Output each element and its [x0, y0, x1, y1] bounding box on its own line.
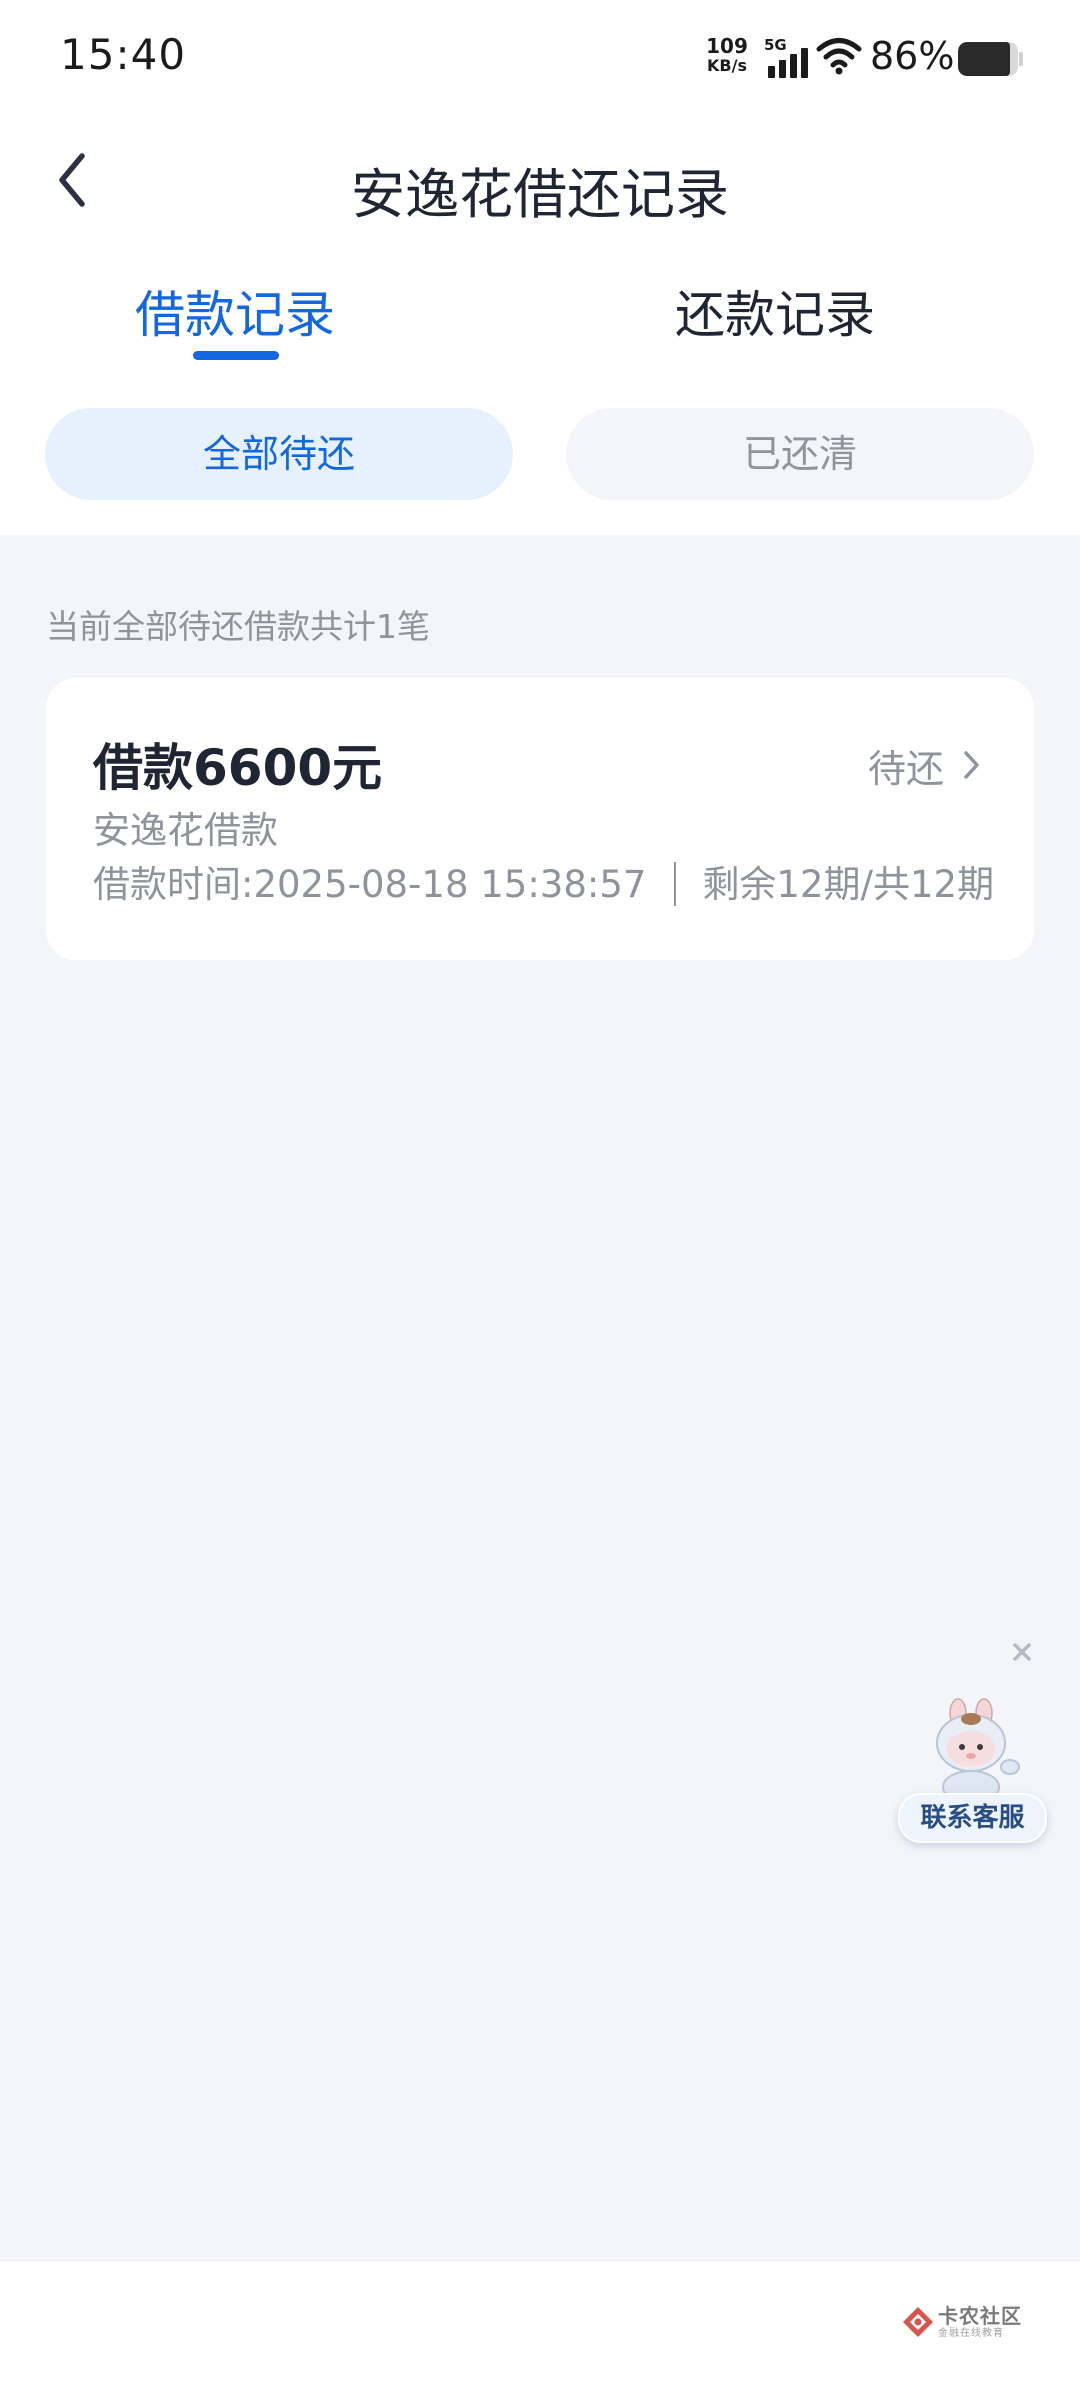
- battery-percent: 86%: [870, 34, 955, 78]
- battery-tip: [1019, 52, 1023, 66]
- loan-time: 借款时间:2025-08-18 15:38:57: [93, 863, 647, 906]
- watermark-logo-icon: [903, 2307, 933, 2337]
- loan-periods: 剩余12期/共12期: [702, 863, 995, 906]
- signal-bar: [790, 54, 797, 78]
- wifi-icon: [816, 36, 862, 76]
- filter-bar: 全部待还 已还清: [0, 408, 1080, 500]
- loan-meta: 借款时间:2025-08-18 15:38:57 剩余12期/共12期: [93, 854, 994, 909]
- chevron-right-icon: [964, 751, 979, 779]
- signal-bar: [801, 48, 808, 78]
- close-float-button[interactable]: [1006, 1636, 1038, 1668]
- page-header: 安逸花借还记录: [0, 120, 1080, 240]
- loan-summary: 当前全部待还借款共计1笔: [46, 607, 430, 646]
- network-type: 5G: [764, 36, 787, 54]
- watermark-subtitle: 金融在线教育: [938, 2328, 1004, 2339]
- network-speed-value: 109: [706, 34, 748, 58]
- signal-bar: [779, 60, 786, 78]
- divider: [674, 861, 677, 906]
- tab-repay-records[interactable]: 还款记录: [650, 275, 900, 347]
- filter-paid-off[interactable]: 已还清: [566, 408, 1034, 500]
- loan-amount: 借款6600元: [93, 739, 383, 797]
- tab-borrow-records[interactable]: 借款记录: [110, 275, 360, 347]
- watermark: 卡农社区 金融在线教育: [900, 2300, 1040, 2344]
- signal-bar: [768, 66, 775, 78]
- filter-pending[interactable]: 全部待还: [45, 408, 513, 500]
- network-speed: 109 KB/s: [704, 36, 750, 76]
- record-tabs: 借款记录 还款记录: [0, 265, 1080, 365]
- battery-icon: [958, 42, 1018, 76]
- status-bar: 15:40 109 KB/s 5G 86%: [0, 0, 1080, 118]
- signal-icon: 5G: [764, 38, 812, 78]
- battery-level-fill: [958, 42, 1010, 76]
- customer-service-label: 联系客服: [898, 1793, 1047, 1843]
- close-icon: [1013, 1643, 1031, 1661]
- mascot-icon: [936, 1698, 1020, 1804]
- loan-card[interactable]: 借款6600元 待还 安逸花借款 借款时间:2025-08-18 15:38:5…: [46, 678, 1034, 960]
- loan-status: 待还: [867, 747, 944, 791]
- customer-service-widget[interactable]: 联系客服: [898, 1695, 1047, 1845]
- active-tab-indicator: [193, 351, 279, 360]
- status-time: 15:40: [60, 30, 187, 79]
- page-title: 安逸花借还记录: [351, 163, 729, 226]
- loan-product: 安逸花借款: [93, 809, 278, 852]
- network-speed-unit: KB/s: [707, 56, 747, 75]
